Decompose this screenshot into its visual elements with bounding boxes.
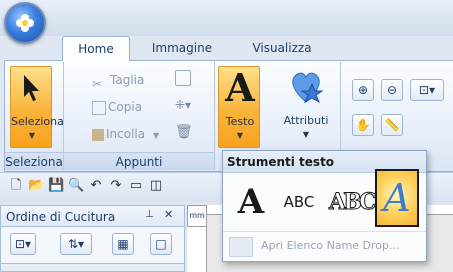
- close-icon[interactable]: ✕: [164, 208, 173, 221]
- pin-icon[interactable]: ⊥: [145, 209, 154, 220]
- measure-icon[interactable]: 📏: [381, 114, 403, 136]
- copia-label: Copia: [108, 100, 143, 114]
- app-menu-button[interactable]: [4, 2, 46, 44]
- monogram-icon: ABC: [329, 189, 378, 216]
- attributi-label: Attributi: [283, 114, 329, 127]
- chevron-down-icon: ▼: [236, 131, 244, 140]
- chevron-down-icon: ▼: [28, 131, 36, 140]
- flower-logo-icon: [16, 14, 34, 32]
- tab-home[interactable]: Home: [62, 36, 130, 61]
- text-tool-abc[interactable]: ABC: [279, 179, 319, 225]
- undo-icon[interactable]: ↶: [88, 178, 104, 194]
- zoom-icon[interactable]: 🔍: [68, 178, 84, 194]
- select-arrow-icon: [24, 75, 39, 101]
- tab-visualizza[interactable]: Visualizza: [236, 36, 328, 60]
- name-drop-label[interactable]: Apri Elenco Name Drop...: [261, 239, 400, 252]
- transform-icon[interactable]: ⁜▾: [175, 98, 199, 114]
- testo-button[interactable]: A Testo ▼: [218, 65, 260, 148]
- zoom-out-icon[interactable]: ⊖: [381, 79, 403, 101]
- incolla-button[interactable]: Incolla ▼: [92, 124, 159, 144]
- view-icon[interactable]: ◫: [148, 178, 164, 194]
- duplicate-icon[interactable]: [175, 70, 191, 86]
- pan-hand-icon[interactable]: ✋: [352, 114, 374, 136]
- panel-order-icon[interactable]: ⇅▾: [60, 233, 92, 255]
- abc-icon: ABC: [283, 193, 315, 211]
- attributi-button[interactable]: Attributi ▼: [278, 66, 334, 142]
- scissors-icon: ✂: [92, 76, 103, 91]
- new-file-icon[interactable]: 🗋: [8, 178, 24, 194]
- group-label-seleziona: Seleziona: [5, 152, 63, 170]
- redo-icon[interactable]: ↷: [108, 178, 124, 194]
- copia-button[interactable]: Copia: [92, 97, 142, 117]
- zoom-in-icon[interactable]: ⊕: [352, 79, 374, 101]
- screen-icon[interactable]: ▭: [128, 178, 144, 194]
- trash-icon[interactable]: 🗑: [175, 124, 193, 142]
- text-tool-monogram[interactable]: ABC: [329, 179, 378, 225]
- panel-color-icon[interactable]: ▦: [112, 233, 134, 255]
- tab-immagine[interactable]: Immagine: [140, 36, 224, 60]
- copy-icon: [92, 100, 106, 115]
- seleziona-button[interactable]: Seleziona ▼: [10, 66, 64, 148]
- chevron-down-icon: ▼: [152, 131, 160, 140]
- group-divider: [214, 62, 215, 170]
- paste-icon: [92, 128, 104, 141]
- ruler-unit: mm: [187, 205, 207, 227]
- title-bar: [0, 0, 453, 36]
- testo-label: Testo: [225, 115, 255, 128]
- panel-zoom-icon[interactable]: ⊡▾: [10, 233, 36, 255]
- panel-title: Ordine di Cucitura: [6, 210, 116, 224]
- panel-frame-icon[interactable]: □: [150, 233, 172, 255]
- panel-list: [0, 263, 185, 272]
- taglia-label: Taglia: [110, 73, 145, 87]
- save-icon[interactable]: 💾: [48, 178, 64, 194]
- zoom-fit-icon[interactable]: ⊡▾: [410, 79, 444, 101]
- text-tool-serif-a[interactable]: A: [231, 179, 271, 225]
- seleziona-label: Seleziona: [11, 115, 64, 128]
- text-A-icon: A: [225, 65, 255, 110]
- name-drop-icon: [229, 237, 253, 257]
- incolla-label: Incolla: [106, 127, 146, 141]
- group-label-appunti: Appunti: [64, 152, 214, 170]
- open-folder-icon[interactable]: 📂: [28, 178, 44, 194]
- text-tool-decorative[interactable]: A: [375, 169, 419, 227]
- serif-A-icon: A: [237, 182, 265, 222]
- heart-star-icon: [292, 72, 324, 104]
- taglia-button[interactable]: ✂ Taglia: [92, 70, 145, 91]
- strumenti-testo-dropdown: Strumenti testo A ABC ABC A Apri Elenco …: [222, 150, 427, 262]
- chevron-down-icon: ▼: [302, 130, 310, 139]
- decorative-A-icon: A: [383, 176, 411, 220]
- vertical-ruler: [187, 227, 207, 272]
